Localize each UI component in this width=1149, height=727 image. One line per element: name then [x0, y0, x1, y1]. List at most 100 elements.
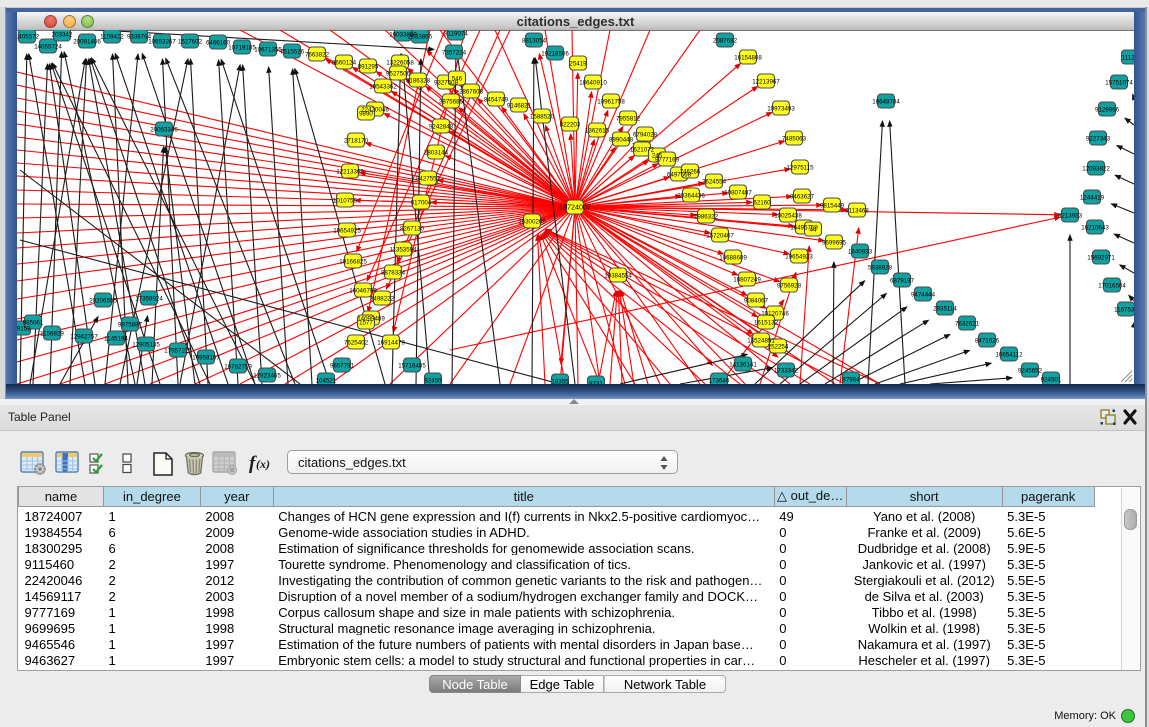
svg-text:17359924: 17359924 [135, 296, 163, 303]
svg-text:203342: 203342 [52, 32, 73, 39]
svg-text:11124: 11124 [1122, 55, 1134, 62]
svg-text:173646: 173646 [709, 378, 730, 385]
svg-text:9242848: 9242848 [429, 124, 454, 131]
svg-text:44: 44 [810, 227, 817, 234]
svg-text:7625402: 7625402 [344, 340, 369, 347]
svg-text:18640910: 18640910 [579, 80, 607, 87]
svg-text:6879197: 6879197 [890, 278, 915, 285]
svg-text:14136141: 14136141 [729, 362, 757, 369]
svg-text:10671355: 10671355 [254, 47, 282, 54]
svg-text:1527602: 1527602 [178, 39, 203, 46]
svg-text:12942757: 12942757 [70, 334, 98, 341]
svg-text:1577: 1577 [359, 320, 373, 327]
svg-text:10120746: 10120746 [761, 311, 789, 318]
svg-text:(x): (x) [256, 457, 270, 471]
svg-text:3624554: 3624554 [702, 179, 727, 186]
svg-text:17957225: 17957225 [164, 348, 192, 355]
svg-text:10973493: 10973493 [767, 106, 795, 113]
svg-text:104521: 104521 [316, 378, 337, 385]
svg-text:12093822: 12093822 [1082, 166, 1110, 173]
svg-text:10961758: 10961758 [597, 99, 625, 106]
svg-text:1588520: 1588520 [530, 114, 555, 121]
svg-text:1145194: 1145194 [104, 336, 128, 343]
svg-text:62160: 62160 [753, 200, 771, 207]
svg-text:6794028: 6794028 [633, 132, 658, 139]
svg-text:7663822: 7663822 [305, 52, 330, 59]
svg-text:17016504: 17016504 [1098, 283, 1126, 290]
svg-text:9756928: 9756928 [777, 283, 802, 290]
svg-text:12213369: 12213369 [336, 169, 364, 176]
svg-text:14055724: 14055724 [34, 44, 62, 51]
svg-text:8498222: 8498222 [370, 296, 395, 303]
svg-text:10653267: 10653267 [148, 39, 176, 46]
svg-text:891295: 891295 [358, 64, 379, 71]
svg-text:12923465: 12923465 [253, 373, 281, 380]
svg-text:15692971: 15692971 [1087, 255, 1115, 262]
svg-text:2087682: 2087682 [713, 38, 738, 45]
svg-text:9113468: 9113468 [845, 208, 869, 215]
svg-text:2935114: 2935114 [933, 306, 957, 313]
svg-text:15751074: 15751074 [1105, 80, 1133, 87]
svg-text:252254: 252254 [768, 344, 789, 351]
svg-text:18807249: 18807249 [733, 277, 761, 284]
svg-text:9777169: 9777169 [655, 157, 680, 164]
svg-text:9474444: 9474444 [911, 292, 936, 299]
svg-text:8471626: 8471626 [975, 338, 1000, 345]
svg-text:8454749: 8454749 [484, 97, 509, 104]
svg-text:7357224: 7357224 [442, 50, 467, 57]
svg-text:10543362: 10543362 [369, 84, 397, 91]
svg-text:16154808: 16154808 [734, 55, 762, 62]
svg-text:1167533: 1167533 [1114, 307, 1134, 314]
svg-text:9146821: 9146821 [507, 103, 532, 110]
svg-text:20364436: 20364436 [677, 193, 705, 200]
svg-text:10958107: 10958107 [192, 355, 220, 362]
svg-text:16914479: 16914479 [377, 340, 405, 347]
svg-text:10688609: 10688609 [719, 255, 747, 262]
svg-text:2867608: 2867608 [459, 89, 484, 96]
svg-text:19218506: 19218506 [541, 51, 569, 58]
svg-text:12975115: 12975115 [786, 165, 814, 172]
svg-text:8119074: 8119074 [444, 31, 468, 38]
svg-text:7955812: 7955812 [616, 116, 641, 123]
svg-text:5938928: 5938928 [868, 265, 893, 272]
svg-text:16648784: 16648784 [872, 99, 900, 106]
svg-text:12905135: 12905135 [132, 342, 160, 349]
svg-text:20053346: 20053346 [150, 127, 178, 134]
svg-text:9890: 9890 [359, 111, 373, 118]
svg-text:20206555: 20206555 [89, 298, 117, 305]
svg-text:1733342: 1733342 [774, 368, 799, 375]
svg-text:1362615: 1362615 [585, 128, 610, 135]
svg-text:746266: 746266 [680, 169, 701, 176]
svg-text:8660124: 8660124 [332, 60, 357, 67]
svg-text:985061: 985061 [23, 320, 44, 327]
svg-text:8990448: 8990448 [609, 137, 634, 144]
svg-text:25419: 25419 [569, 61, 587, 68]
svg-text:9857791: 9857791 [330, 363, 355, 370]
svg-text:19166825: 19166825 [339, 259, 367, 266]
svg-text:18724007: 18724007 [559, 203, 591, 212]
svg-text:39159: 39159 [17, 326, 31, 333]
svg-text:16210643: 16210643 [1081, 225, 1109, 232]
svg-text:92450: 92450 [424, 378, 442, 385]
svg-text:8213953: 8213953 [1058, 213, 1083, 220]
svg-text:8186328: 8186328 [406, 78, 431, 85]
svg-text:12213967: 12213967 [752, 79, 780, 86]
svg-text:20091406: 20091406 [73, 39, 101, 46]
svg-text:1010755: 1010755 [333, 198, 358, 205]
svg-text:1159422: 1159422 [100, 34, 124, 41]
svg-text:9227343: 9227343 [1086, 136, 1111, 143]
svg-text:1156829: 1156829 [40, 331, 64, 338]
svg-text:9815449: 9815449 [820, 203, 845, 210]
svg-text:9129966: 9129966 [1095, 107, 1120, 114]
svg-text:10025438: 10025438 [774, 213, 802, 220]
svg-text:19654923: 19654923 [785, 254, 813, 261]
svg-text:1244419: 1244419 [1080, 195, 1105, 202]
svg-text:7515526: 7515526 [280, 49, 305, 56]
svg-text:10807487: 10807487 [724, 190, 752, 197]
svg-text:6466160: 6466160 [206, 40, 231, 47]
svg-text:924501: 924501 [1041, 377, 1062, 384]
svg-text:8267130: 8267130 [400, 226, 425, 233]
svg-text:7986322: 7986322 [694, 214, 719, 221]
svg-text:8427552: 8427552 [416, 176, 441, 183]
svg-text:19384554: 19384554 [604, 273, 632, 280]
